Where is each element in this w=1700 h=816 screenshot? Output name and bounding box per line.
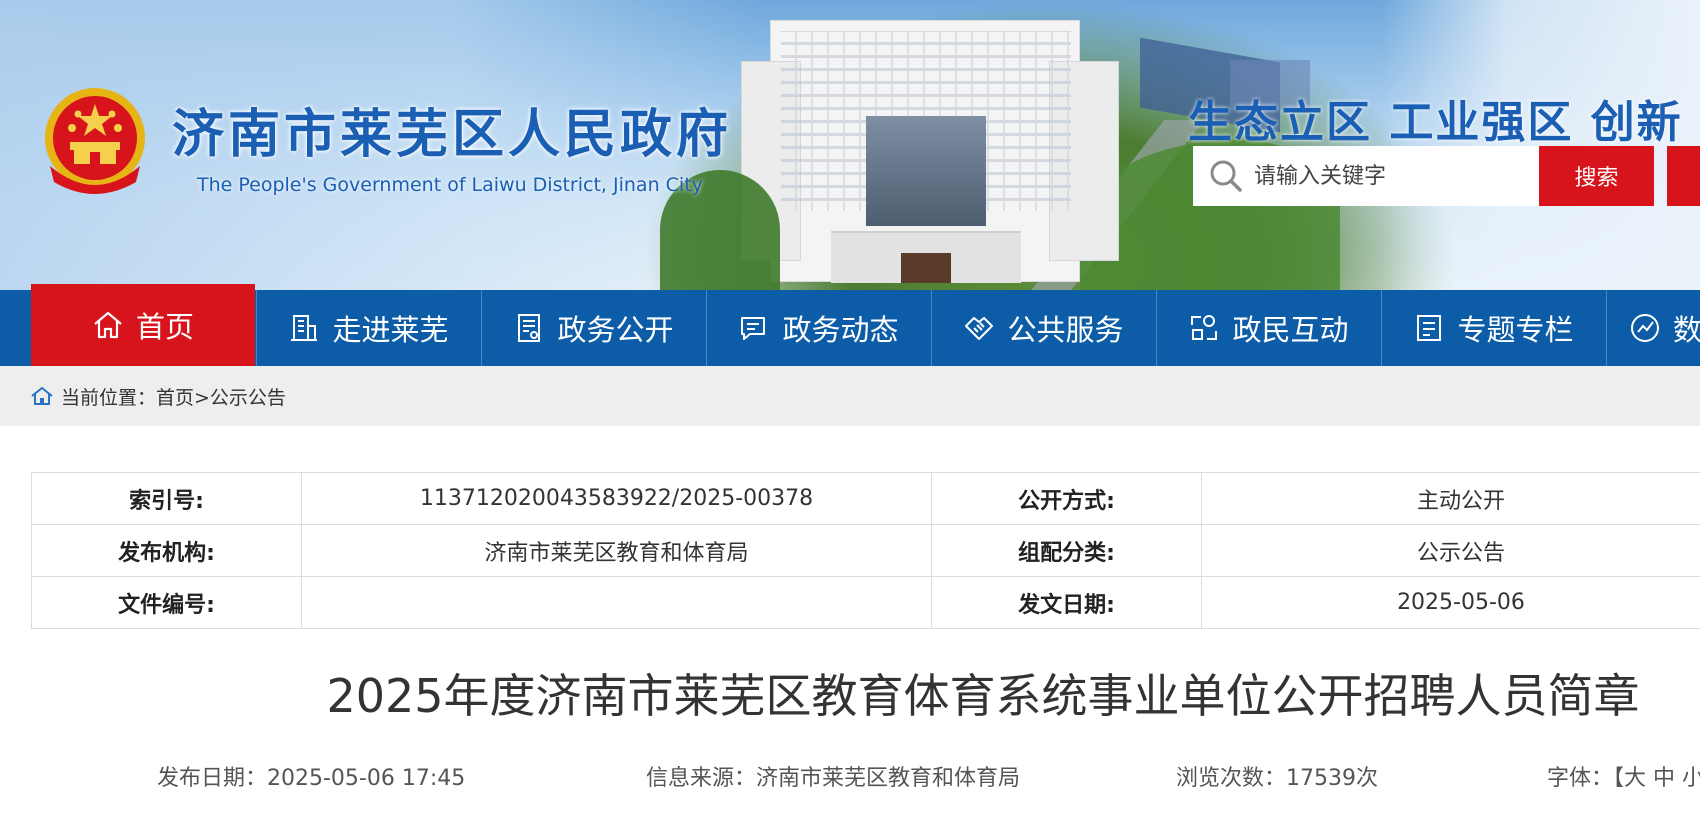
info-source: 信息来源：济南市莱芜区教育和体育局 <box>646 766 1021 791</box>
nav-label: 专题专栏 <box>1457 313 1574 347</box>
nav-label: 走进莱芜 <box>332 313 449 347</box>
site-subtitle: The People's Government of Laiwu Distric… <box>197 174 703 196</box>
breadcrumb: 当前位置：首页>公示公告 <box>0 366 1700 426</box>
meta-label: 发布机构: <box>31 524 302 577</box>
nav-label: 数 <box>1673 313 1700 347</box>
site-title[interactable]: 济南市莱芜区人民政府 <box>172 92 732 167</box>
search-button[interactable]: 搜索 <box>1539 146 1654 206</box>
article-title: 2025年度济南市莱芜区教育体育系统事业单位公开招聘人员简章 <box>326 669 1640 723</box>
nav-item-special-topics[interactable]: 专题专栏 <box>1381 290 1605 366</box>
nav-item-gov-news[interactable]: 政务动态 <box>706 290 930 366</box>
nav-label: 公共服务 <box>1007 313 1124 347</box>
nav-label: 政民互动 <box>1232 313 1349 347</box>
home-icon <box>92 309 124 341</box>
meta-label: 公开方式: <box>931 472 1202 525</box>
nav-item-about-laiwu[interactable]: 走进莱芜 <box>256 290 480 366</box>
nav-item-interaction[interactable]: 政民互动 <box>1156 290 1380 366</box>
home-icon[interactable] <box>31 386 53 406</box>
meta-value: 2025-05-06 <box>1201 576 1700 629</box>
meta-value: 主动公开 <box>1201 472 1700 525</box>
document-icon <box>513 312 545 344</box>
handshake-icon <box>963 312 995 344</box>
nav-item-home[interactable]: 首页 <box>31 284 255 366</box>
font-size-switcher[interactable]: 字体：【大 中 小 <box>1547 760 1700 792</box>
nav-item-data[interactable]: 数 <box>1606 290 1700 366</box>
national-emblem-logo[interactable] <box>40 86 150 204</box>
meta-value: 11371202004358392​2/2025-00378 <box>301 472 932 525</box>
chart-icon <box>1629 312 1661 344</box>
meta-value: 济南市莱芜区教育和体育局 <box>301 524 932 577</box>
meta-label: 文件编号: <box>31 576 302 629</box>
interaction-icon <box>1188 312 1220 344</box>
search-box <box>1193 146 1539 206</box>
document-meta-table: 索引号: 11371202004358392​2/2025-00378 公开方式… <box>31 472 1700 629</box>
topic-icon <box>1413 312 1445 344</box>
building-icon <box>288 312 320 344</box>
meta-value: 公示公告 <box>1201 524 1700 577</box>
meta-label: 索引号: <box>31 472 302 525</box>
nav-label: 政务公开 <box>557 313 674 347</box>
main-nav: 首页 走进莱芜 政务公开 政务动态 公共服务 政民互动 专题专栏 数 <box>0 284 1700 366</box>
table-row: 发布机构: 济南市莱芜区教育和体育局 组配分类: 公示公告 <box>31 524 1700 577</box>
header-banner: 济南市莱芜区人民政府 The People's Government of La… <box>0 0 1700 290</box>
meta-label: 组配分类: <box>931 524 1202 577</box>
nav-item-public-service[interactable]: 公共服务 <box>931 290 1155 366</box>
meta-label: 发文日期: <box>931 576 1202 629</box>
search-input[interactable] <box>1254 163 1524 189</box>
view-count: 浏览次数：17539次 <box>1176 766 1378 791</box>
nav-item-gov-affairs-open[interactable]: 政务公开 <box>481 290 705 366</box>
breadcrumb-text[interactable]: 当前位置：首页>公示公告 <box>61 383 286 410</box>
advanced-search-button[interactable] <box>1667 146 1700 206</box>
nav-label: 首页 <box>135 310 194 344</box>
site-slogan: 生态立区 工业强区 创新 <box>1188 97 1683 148</box>
nav-label: 政务动态 <box>782 313 899 347</box>
chat-icon <box>738 312 770 344</box>
search-icon <box>1208 158 1244 194</box>
table-row: 文件编号: 发文日期: 2025-05-06 <box>31 576 1700 629</box>
meta-value <box>301 576 932 629</box>
publish-date: 发布日期：2025-05-06 17:45 <box>157 766 466 791</box>
government-building-photo <box>741 20 1119 283</box>
table-row: 索引号: 11371202004358392​2/2025-00378 公开方式… <box>31 472 1700 525</box>
